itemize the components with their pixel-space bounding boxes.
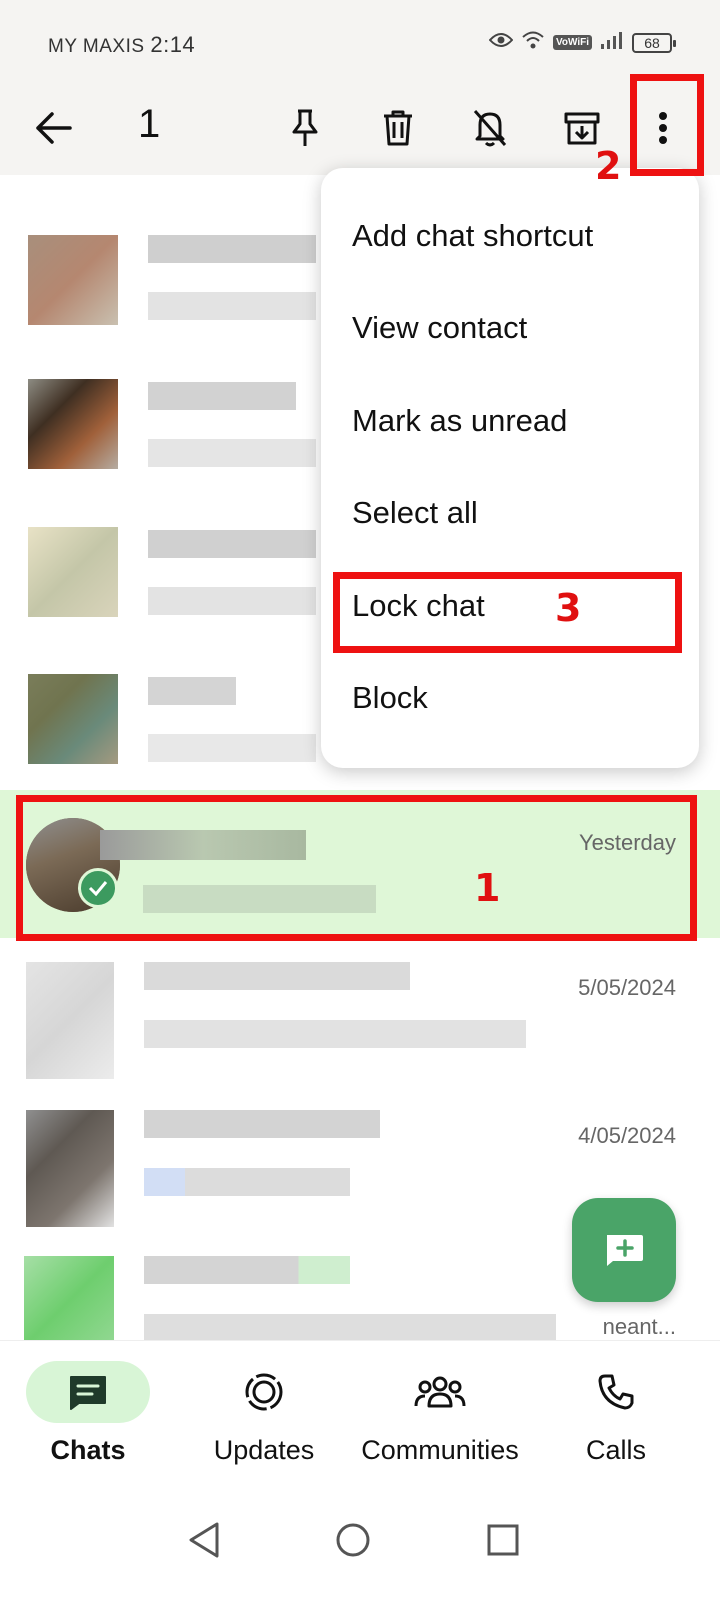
square-recents-icon — [487, 1524, 519, 1556]
blurred-name — [144, 1110, 380, 1138]
triangle-back-icon — [189, 1522, 219, 1558]
blurred-name — [148, 382, 296, 410]
avatar — [26, 1110, 114, 1227]
nav-tab-communities[interactable]: Communities — [352, 1361, 528, 1466]
bottom-navigation: Chats Updates Communities Calls — [0, 1340, 720, 1490]
nav-tab-updates[interactable]: Updates — [176, 1361, 352, 1466]
blurred-preview — [148, 292, 316, 320]
annotation-number-3: 3 — [555, 586, 582, 630]
chat-time: 4/05/2024 — [578, 1123, 676, 1148]
archive-icon — [564, 112, 600, 145]
updates-icon — [245, 1373, 283, 1411]
carrier-name: MY MAXIS — [48, 36, 145, 57]
overflow-menu: Add chat shortcut View contact Mark as u… — [321, 168, 699, 768]
wifi-icon — [521, 30, 545, 55]
avatar — [28, 379, 118, 469]
nav-tab-chats[interactable]: Chats — [0, 1361, 176, 1466]
active-tab-indicator — [26, 1361, 150, 1423]
blurred-preview — [148, 587, 316, 615]
nav-label-updates: Updates — [213, 1435, 315, 1465]
blurred-name — [144, 1256, 350, 1284]
avatar — [28, 235, 118, 325]
avatar — [26, 962, 114, 1079]
signal-icon — [600, 30, 624, 55]
updates-icon-wrap — [202, 1361, 326, 1423]
annotation-number-2: 2 — [595, 144, 622, 188]
list-item[interactable]: 5/05/2024 — [0, 945, 720, 1093]
battery-indicator: 68 — [632, 32, 676, 53]
phone-icon — [598, 1374, 634, 1410]
nav-tab-calls[interactable]: Calls — [528, 1361, 704, 1466]
avatar — [28, 674, 118, 764]
vowifi-badge: VoWiFi — [552, 35, 592, 50]
status-bar: MY MAXIS 2:14 VoWiFi 68 — [0, 0, 720, 80]
system-home-button[interactable] — [323, 1510, 383, 1570]
calls-icon-wrap — [554, 1361, 678, 1423]
chat-preview-tail: neant... — [602, 1314, 676, 1339]
status-icons: VoWiFi 68 — [488, 30, 676, 55]
pin-button[interactable] — [275, 98, 335, 158]
blurred-preview — [144, 1168, 350, 1196]
avatar — [28, 527, 118, 617]
new-chat-button[interactable] — [572, 1198, 676, 1302]
menu-item-view-contact[interactable]: View contact — [352, 310, 527, 346]
avatar — [24, 1256, 114, 1340]
blurred-name — [144, 962, 410, 990]
mute-button[interactable] — [460, 98, 520, 158]
system-recents-button[interactable] — [473, 1510, 533, 1570]
menu-item-block[interactable]: Block — [352, 680, 428, 716]
annotation-number-1: 1 — [474, 866, 501, 910]
carrier-time: MY MAXIS 2:14 — [48, 32, 195, 58]
communities-icon-wrap — [378, 1361, 502, 1423]
bell-off-icon — [473, 110, 507, 147]
annotation-box-1 — [16, 795, 697, 941]
menu-item-add-chat-shortcut[interactable]: Add chat shortcut — [352, 218, 593, 254]
blurred-preview — [144, 1314, 556, 1340]
system-back-button[interactable] — [174, 1510, 234, 1570]
blurred-preview — [148, 439, 316, 467]
menu-item-mark-as-unread[interactable]: Mark as unread — [352, 403, 567, 439]
system-navigation-bar — [0, 1490, 720, 1598]
nav-label-chats: Chats — [50, 1435, 126, 1465]
annotation-box-3 — [333, 572, 682, 653]
chat-time: 5/05/2024 — [578, 975, 676, 1000]
back-arrow-icon — [36, 112, 72, 144]
selected-count: 1 — [138, 102, 161, 146]
blurred-name — [148, 530, 316, 558]
blurred-preview — [144, 1020, 526, 1048]
nav-label-calls: Calls — [585, 1435, 646, 1465]
communities-icon — [414, 1376, 466, 1408]
delete-button[interactable] — [368, 98, 428, 158]
blurred-name — [148, 677, 236, 705]
nav-label-communities: Communities — [361, 1435, 519, 1465]
eye-icon — [488, 32, 514, 53]
chats-icon — [70, 1376, 106, 1410]
trash-icon — [384, 110, 412, 146]
circle-home-icon — [336, 1523, 370, 1557]
new-chat-icon — [607, 1235, 643, 1266]
annotation-box-2 — [630, 74, 704, 176]
blurred-name — [148, 235, 316, 263]
blurred-preview — [148, 734, 316, 762]
back-button[interactable] — [24, 98, 84, 158]
menu-item-select-all[interactable]: Select all — [352, 495, 478, 531]
clock: 2:14 — [150, 32, 196, 57]
pin-icon — [292, 109, 318, 146]
